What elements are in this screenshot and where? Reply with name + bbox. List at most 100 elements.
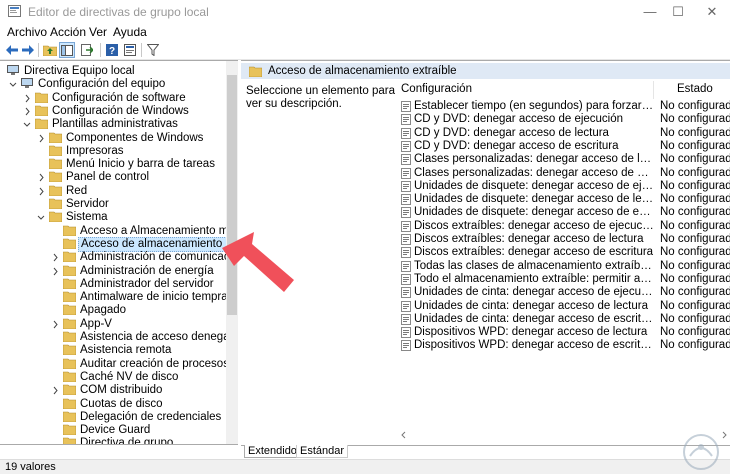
- folder-icon: [49, 198, 62, 209]
- policy-name: Unidades de disquete: denegar acceso de …: [414, 179, 654, 192]
- policy-row[interactable]: Discos extraíbles: denegar acceso de esc…: [401, 246, 730, 259]
- tree-item-label: Servidor: [66, 198, 109, 210]
- policy-name: Todas las clases de almacenamiento extra…: [414, 259, 654, 272]
- tree-item-label: Menú Inicio y barra de tareas: [66, 158, 215, 171]
- policy-setting-icon: [401, 260, 411, 272]
- back-icon[interactable]: [4, 42, 20, 58]
- policy-setting-icon: [401, 340, 411, 352]
- policy-name: Clases personalizadas: denegar acceso de…: [414, 166, 654, 179]
- policy-row[interactable]: Unidades de cinta: denegar acceso de lec…: [401, 300, 730, 313]
- folder-icon: [63, 384, 76, 396]
- help-icon[interactable]: ?: [104, 42, 120, 58]
- toolbar: ?: [0, 41, 730, 60]
- policy-row[interactable]: Dispositivos WPD: denegar acceso de lect…: [401, 326, 730, 339]
- folder-icon: [49, 172, 62, 183]
- policy-state: No configurada: [660, 113, 730, 126]
- tree-item-label: Configuración de Windows: [52, 104, 189, 117]
- column-header-configuracion[interactable]: Configuración: [401, 83, 472, 99]
- policy-row[interactable]: CD y DVD: denegar acceso de lectura No co…: [401, 126, 730, 140]
- chevron-right-icon[interactable]: [36, 185, 46, 198]
- chevron-down-icon[interactable]: [36, 211, 46, 224]
- policy-row[interactable]: Dispositivos WPD: denegar acceso de escr…: [401, 339, 730, 352]
- policy-row[interactable]: Todas las clases de almacenamiento extra…: [401, 259, 730, 273]
- show-hide-tree-icon[interactable]: [59, 42, 75, 58]
- chevron-down-icon[interactable]: [22, 118, 32, 131]
- policy-row[interactable]: Discos extraíbles: denegar acceso de eje…: [401, 219, 730, 233]
- policy-name: Clases personalizadas: denegar acceso de…: [414, 153, 654, 166]
- folder-icon: [49, 132, 62, 143]
- tab-estandar[interactable]: Estándar: [296, 445, 349, 458]
- folder-icon: [63, 251, 76, 263]
- menu-archivo[interactable]: Archivo: [7, 25, 47, 39]
- policy-setting-icon: [401, 114, 411, 126]
- chevron-right-icon[interactable]: [22, 105, 32, 118]
- policy-name: Todo el almacenamiento extraíble: permit…: [414, 272, 654, 285]
- tree-item-label: Configuración de software: [52, 91, 186, 104]
- policy-name: Unidades de cinta: denegar acceso de esc…: [414, 312, 654, 325]
- policy-row[interactable]: Unidades de disquete: denegar acceso de …: [401, 206, 730, 219]
- folder-icon: [63, 291, 76, 303]
- tree-item-label: Apagado: [80, 304, 127, 317]
- policy-row[interactable]: Unidades de disquete: denegar acceso de …: [401, 179, 730, 193]
- chevron-right-icon[interactable]: [50, 384, 60, 397]
- policy-row[interactable]: Unidades de cinta: denegar acceso de esc…: [401, 312, 730, 326]
- close-button[interactable]: ✕: [692, 0, 730, 23]
- folder-icon: [63, 398, 76, 409]
- details-header-title: Acceso de almacenamiento extraíble: [268, 65, 457, 77]
- menu-bar: Archivo Acción Ver Ayuda: [0, 23, 730, 41]
- policy-row[interactable]: Clases personalizadas: denegar acceso de…: [401, 153, 730, 166]
- tab-extendido[interactable]: Extendido: [244, 445, 301, 458]
- menu-accion[interactable]: Acción: [50, 25, 86, 39]
- policy-setting-icon: [401, 327, 411, 339]
- tree-item-label: Delegación de credenciales: [80, 410, 222, 423]
- policy-name: Discos extraíbles: denegar acceso de eje…: [414, 219, 654, 232]
- scroll-left-icon[interactable]: [398, 429, 410, 441]
- folder-icon: [63, 331, 76, 342]
- policy-row[interactable]: Discos extraíbles: denegar acceso de lec…: [401, 233, 730, 246]
- details-pane: Acceso de almacenamiento extraíble Selec…: [241, 60, 730, 445]
- policy-row[interactable]: Clases personalizadas: denegar acceso de…: [401, 166, 730, 180]
- folder-icon: [35, 92, 48, 103]
- policy-state: No configurada: [660, 233, 730, 245]
- folder-icon: [63, 371, 76, 382]
- chevron-right-icon[interactable]: [36, 132, 46, 145]
- policy-setting-icon: [401, 247, 411, 259]
- policy-row[interactable]: Unidades de disquete: denegar acceso de …: [401, 193, 730, 206]
- filter-icon[interactable]: [145, 42, 161, 58]
- chevron-right-icon[interactable]: [22, 92, 32, 105]
- folder-icon: [63, 278, 76, 289]
- policy-row[interactable]: CD y DVD: denegar acceso de ejecución No …: [401, 113, 730, 126]
- chevron-down-icon[interactable]: [8, 78, 18, 91]
- policy-state: No configurada: [660, 219, 730, 232]
- folder-icon: [49, 158, 62, 170]
- chevron-right-icon[interactable]: [50, 318, 60, 331]
- chevron-right-icon[interactable]: [50, 251, 60, 264]
- svg-text:?: ?: [109, 46, 115, 56]
- computer-icon: [21, 78, 33, 89]
- menu-ver[interactable]: Ver: [89, 25, 107, 39]
- window-title: Editor de directivas de grupo local: [28, 5, 209, 19]
- properties-icon[interactable]: [122, 42, 138, 58]
- column-header-estado[interactable]: Estado: [677, 83, 713, 99]
- chevron-right-icon[interactable]: [50, 265, 60, 278]
- tree-item-label: Administración de comunicaciones de: [80, 251, 237, 264]
- export-list-icon[interactable]: [79, 42, 95, 58]
- gpedit-app-icon: [8, 5, 21, 17]
- menu-ayuda[interactable]: Ayuda: [113, 25, 147, 39]
- policy-row[interactable]: CD y DVD: denegar acceso de escritura No …: [401, 140, 730, 153]
- policy-row[interactable]: Unidades de cinta: denegar acceso de eje…: [401, 286, 730, 299]
- policy-state: No configurada: [660, 286, 730, 299]
- tree-item-label: Administrador del servidor: [80, 277, 214, 290]
- policy-setting-icon: [401, 273, 411, 285]
- folder-icon: [49, 211, 62, 223]
- policy-name: Unidades de cinta: denegar acceso de eje…: [414, 286, 654, 299]
- policy-row[interactable]: Establecer tiempo (en segundos) para for…: [401, 100, 730, 113]
- chevron-right-icon[interactable]: [36, 171, 46, 184]
- policy-state: No configurada: [660, 100, 730, 112]
- tree-item-label: Plantillas administrativas: [52, 118, 178, 131]
- forward-icon[interactable]: [20, 42, 36, 58]
- policy-name: CD y DVD: denegar acceso de lectura: [414, 126, 609, 139]
- up-folder-icon[interactable]: [42, 42, 58, 58]
- policy-row[interactable]: Todo el almacenamiento extraíble: permit…: [401, 272, 730, 286]
- tree-item-label: Cuotas de disco: [80, 397, 163, 410]
